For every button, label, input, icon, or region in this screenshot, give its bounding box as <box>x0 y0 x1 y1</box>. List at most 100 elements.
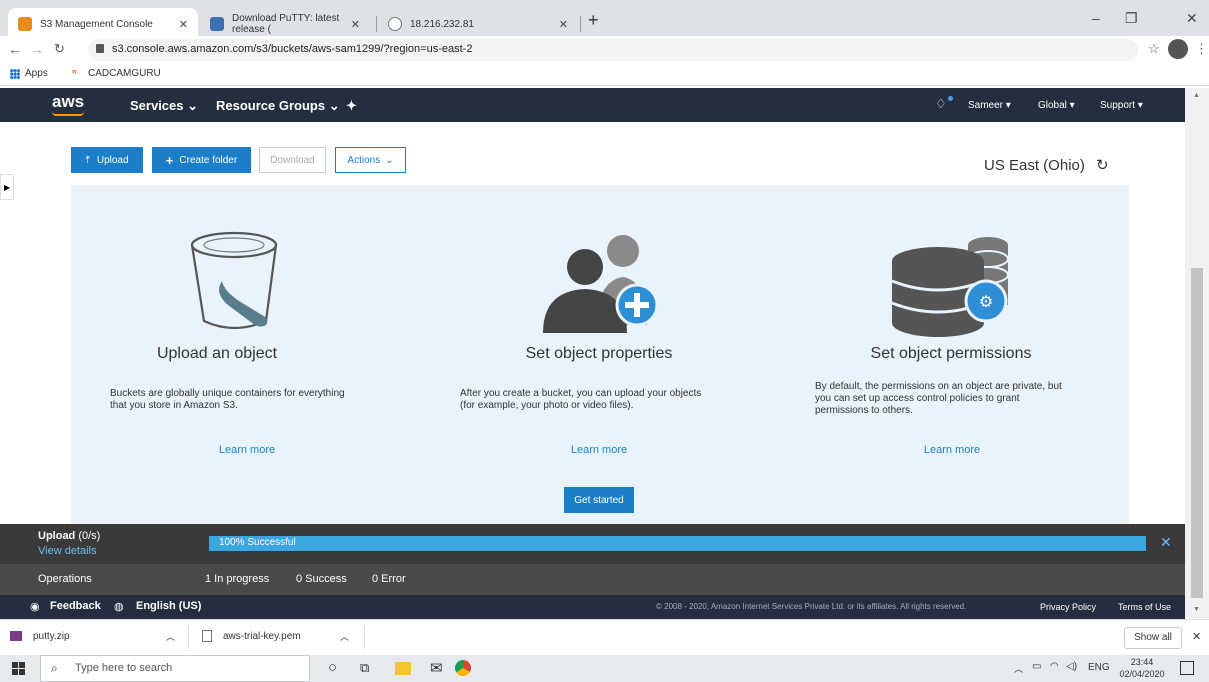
close-downloads-icon[interactable]: ✕ <box>1192 630 1201 643</box>
chevron-up-icon[interactable]: ︿ <box>340 630 349 643</box>
tray-expand-icon[interactable]: ︿ <box>1014 662 1023 675</box>
close-tab-icon[interactable]: ✕ <box>559 18 568 31</box>
terms-of-use-link[interactable]: Terms of Use <box>1118 602 1171 612</box>
card-title-upload: Upload an object <box>156 345 278 362</box>
chevron-up-icon[interactable]: ︿ <box>166 630 175 643</box>
mail-icon[interactable]: ✉ <box>430 659 443 677</box>
cadcamguru-favicon-icon: ⁿ <box>72 67 77 79</box>
sidebar-expand-toggle[interactable]: ▶ <box>0 174 14 200</box>
reload-icon[interactable]: ↻ <box>54 41 65 57</box>
menu-kebab-icon[interactable]: ⋮ <box>1195 41 1208 57</box>
show-all-button[interactable]: Show all <box>1124 627 1182 649</box>
aws-top-nav: aws Services ⌄ Resource Groups ⌄ ✦ ♢ Sam… <box>0 88 1185 122</box>
bucket-icon <box>190 231 278 330</box>
apps-grid-icon <box>10 69 20 79</box>
download-item[interactable]: aws-trial-key.pem ︿ <box>200 628 360 648</box>
progress-track: 100% Successful <box>209 536 1146 551</box>
card-title-permissions: Set object permissions <box>870 345 1032 362</box>
success-tab[interactable]: 0 Success <box>296 573 347 585</box>
copyright-text: © 2008 - 2020, Amazon Internet Services … <box>656 602 967 611</box>
language-selector[interactable]: English (US) <box>136 600 201 612</box>
close-tab-icon[interactable]: ✕ <box>179 18 188 31</box>
windows-start-icon[interactable] <box>12 662 25 675</box>
zip-file-icon <box>10 631 22 641</box>
tab-divider <box>376 16 377 32</box>
download-item[interactable]: putty.zip ︿ <box>8 628 188 648</box>
chrome-icon[interactable] <box>455 660 471 676</box>
close-window-button[interactable]: ✕ <box>1186 10 1198 27</box>
language-indicator[interactable]: ENG <box>1088 662 1110 673</box>
refresh-icon[interactable]: ↻ <box>1096 156 1109 174</box>
cortana-icon[interactable]: ○ <box>328 659 337 676</box>
back-arrow-icon[interactable]: ← <box>8 41 22 57</box>
tab-divider <box>580 16 581 32</box>
card-desc-permissions: By default, the permissions on an object… <box>815 381 1062 416</box>
scroll-down-arrow-icon[interactable]: ▼ <box>1193 606 1200 613</box>
notification-bell-icon[interactable]: ♢ <box>935 96 947 112</box>
notification-dot <box>948 96 953 101</box>
close-panel-icon[interactable]: ✕ <box>1160 534 1172 551</box>
clock[interactable]: 23:44 02/04/2020 <box>1117 656 1167 680</box>
browser-tab-strip: S3 Management Console ✕ Download PuTTY: … <box>0 0 1209 40</box>
page-scrollbar[interactable]: ▲ ▼ <box>1185 88 1209 618</box>
url-bar[interactable]: s3.console.aws.amazon.com/s3/buckets/aws… <box>88 39 1138 61</box>
view-details-link[interactable]: View details <box>38 545 97 557</box>
user-menu[interactable]: Sameer ▾ <box>968 100 1011 111</box>
main-content: ▶ ⤒ Upload + Create folder Download Action… <box>0 122 1185 524</box>
globe-icon <box>388 17 402 31</box>
notification-center-icon[interactable] <box>1180 661 1194 675</box>
bookmark-apps[interactable]: Apps <box>25 68 48 79</box>
taskbar-search[interactable]: ⌕ Type here to search <box>40 655 310 682</box>
learn-more-upload-link[interactable]: Learn more <box>147 444 347 456</box>
scrollbar-thumb[interactable] <box>1191 268 1203 598</box>
profile-avatar[interactable] <box>1168 39 1188 59</box>
bookmark-star-icon[interactable]: ☆ <box>1148 41 1160 57</box>
region-label: US East (Ohio) <box>984 157 1085 174</box>
learn-more-properties-link[interactable]: Learn more <box>499 444 699 456</box>
region-menu[interactable]: Global ▾ <box>1038 100 1075 111</box>
battery-icon[interactable]: ▭ <box>1032 661 1041 672</box>
file-explorer-icon[interactable] <box>395 662 411 675</box>
volume-icon[interactable]: ◁) <box>1066 661 1077 672</box>
services-menu[interactable]: Services ⌄ <box>130 98 198 114</box>
card-desc-properties: After you create a bucket, you can uploa… <box>460 388 702 411</box>
new-tab-button[interactable]: + <box>588 10 599 31</box>
minimize-button[interactable]: – <box>1092 10 1100 26</box>
pin-icon[interactable]: ✦ <box>346 98 357 114</box>
progress-fill <box>209 536 1146 551</box>
aws-smile-icon <box>52 112 84 116</box>
create-folder-button[interactable]: + Create folder <box>152 147 251 173</box>
address-row: ← → ↻ s3.console.aws.amazon.com/s3/bucke… <box>0 36 1209 64</box>
upload-button[interactable]: ⤒ Upload <box>71 147 143 173</box>
bookmark-cadcamguru[interactable]: CADCAMGURU <box>88 68 161 79</box>
actions-dropdown[interactable]: Actions ⌄ <box>335 147 406 173</box>
feedback-link[interactable]: Feedback <box>50 600 101 612</box>
forward-arrow-icon[interactable]: → <box>30 41 44 57</box>
scroll-up-arrow-icon[interactable]: ▲ <box>1193 92 1200 99</box>
maximize-button[interactable]: ❐ <box>1125 10 1138 27</box>
resource-groups-menu[interactable]: Resource Groups ⌄ <box>216 98 340 114</box>
plus-icon: + <box>165 152 174 168</box>
wifi-icon[interactable]: ◠ <box>1050 661 1059 672</box>
bookmarks-bar: Apps ⁿ CADCAMGURU <box>0 64 1209 86</box>
upload-progress-panel: Upload (0/s) View details 100% Successfu… <box>0 524 1185 564</box>
learn-more-permissions-link[interactable]: Learn more <box>852 444 1052 456</box>
download-button[interactable]: Download <box>259 147 326 173</box>
url-text: s3.console.aws.amazon.com/s3/buckets/aws… <box>112 43 473 55</box>
close-tab-icon[interactable]: ✕ <box>351 18 360 31</box>
tab-title: 18.216.232.81 <box>410 18 474 30</box>
lock-icon <box>96 44 104 53</box>
tab-title: Download PuTTY: latest release ( <box>232 13 340 35</box>
privacy-policy-link[interactable]: Privacy Policy <box>1040 602 1096 612</box>
task-view-icon[interactable]: ⧉ <box>360 660 369 676</box>
in-progress-tab[interactable]: 1 In progress <box>205 573 269 585</box>
get-started-button[interactable]: Get started <box>564 487 634 513</box>
aws-logo[interactable]: aws <box>52 92 84 112</box>
divider <box>188 626 189 650</box>
divider <box>364 626 365 650</box>
upload-icon: ⤒ <box>85 154 90 166</box>
getting-started-panel: ⚙ Upload an object Set object properties… <box>71 185 1129 524</box>
chevron-down-icon: ⌄ <box>385 154 394 166</box>
support-menu[interactable]: Support ▾ <box>1100 100 1143 111</box>
error-tab[interactable]: 0 Error <box>372 573 406 585</box>
